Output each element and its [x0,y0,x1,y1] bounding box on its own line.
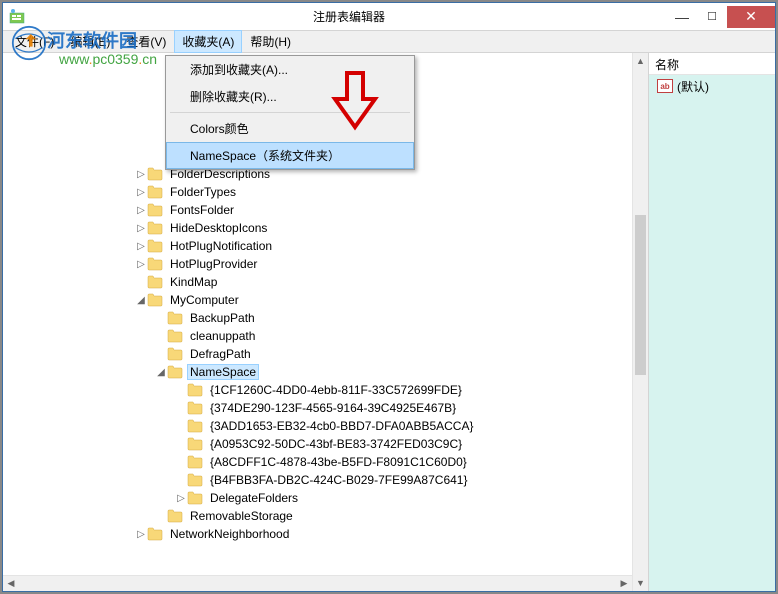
tree-row[interactable]: {B4FBB3FA-DB2C-424C-B029-7FE99A87C641} [3,471,648,489]
tree-label[interactable]: RemovableStorage [187,508,296,524]
scroll-up-icon[interactable]: ▲ [633,53,648,69]
tree-label[interactable]: HotPlugProvider [167,256,260,272]
annotation-arrow-icon [331,69,379,133]
tree-label[interactable]: {A0953C92-50DC-43bf-BE83-3742FED03C9C} [207,436,465,452]
tree-row[interactable]: {1CF1260C-4DD0-4ebb-811F-33C572699FDE} [3,381,648,399]
tree-row[interactable]: BackupPath [3,309,648,327]
tree-row[interactable]: {374DE290-123F-4565-9164-39C4925E467B} [3,399,648,417]
values-pane[interactable]: 名称 ab (默认) [649,53,775,591]
tree-row[interactable]: ▷ HideDesktopIcons [3,219,648,237]
expander-icon[interactable]: ▷ [135,205,147,216]
column-header-name[interactable]: 名称 [649,53,775,75]
expander-icon[interactable]: ▷ [175,493,187,504]
tree-label[interactable]: HideDesktopIcons [167,220,270,236]
scroll-right-icon[interactable]: ▶ [616,576,632,591]
tree-row[interactable]: ◢ MyComputer [3,291,648,309]
tree-label[interactable]: {1CF1260C-4DD0-4ebb-811F-33C572699FDE} [207,382,465,398]
close-button[interactable]: ✕ [727,6,775,28]
tree-label[interactable]: {3ADD1653-EB32-4cb0-BBD7-DFA0ABB5ACCA} [207,418,476,434]
tree-row[interactable]: KindMap [3,273,648,291]
expander-icon[interactable]: ◢ [155,367,167,378]
tree-label[interactable]: cleanuppath [187,328,258,344]
value-name: (默认) [677,78,709,95]
expander-icon[interactable]: ▷ [135,529,147,540]
watermark-url: www.pc0359.cn [59,51,157,67]
tree-label[interactable]: NetworkNeighborhood [167,526,292,542]
scroll-left-icon[interactable]: ◀ [3,576,19,591]
tree-row[interactable]: {A8CDFF1C-4878-43be-B5FD-F8091C1C60D0} [3,453,648,471]
tree-label[interactable]: DefragPath [187,346,254,362]
tree-row[interactable]: ◢ NameSpace [3,363,648,381]
tree-label[interactable]: FolderTypes [167,184,239,200]
tree-label[interactable]: {374DE290-123F-4565-9164-39C4925E467B} [207,400,459,416]
tree-row[interactable]: {3ADD1653-EB32-4cb0-BBD7-DFA0ABB5ACCA} [3,417,648,435]
list-item[interactable]: ab (默认) [653,77,771,95]
tree-label[interactable]: {B4FBB3FA-DB2C-424C-B029-7FE99A87C641} [207,472,470,488]
menu-favorite-namespace[interactable]: NameSpace（系统文件夹） [166,142,414,169]
tree-row[interactable]: RemovableStorage [3,507,648,525]
tree-row[interactable]: {A0953C92-50DC-43bf-BE83-3742FED03C9C} [3,435,648,453]
expander-icon[interactable]: ▷ [135,241,147,252]
expander-icon[interactable]: ▷ [135,187,147,198]
tree-row[interactable]: ▷ HotPlugProvider [3,255,648,273]
tree-label[interactable]: NameSpace [187,364,259,380]
expander-icon[interactable]: ▷ [135,169,147,180]
expander-icon[interactable]: ▷ [135,223,147,234]
tree-label[interactable]: BackupPath [187,310,258,326]
tree-label[interactable]: MyComputer [167,292,242,308]
app-icon [9,9,25,25]
tree-label[interactable]: HotPlugNotification [167,238,275,254]
menu-favorites[interactable]: 收藏夹(A) [174,30,242,53]
tree-row[interactable]: ▷ DelegateFolders [3,489,648,507]
tree-row[interactable]: cleanuppath [3,327,648,345]
scroll-thumb[interactable] [635,215,646,375]
vertical-scrollbar[interactable]: ▲ ▼ [632,53,648,591]
maximize-button[interactable]: ☐ [697,6,727,28]
tree-row[interactable]: ▷ NetworkNeighborhood [3,525,648,543]
tree-row[interactable]: ▷ FontsFolder [3,201,648,219]
tree-label[interactable]: FontsFolder [167,202,237,218]
tree-row[interactable]: ▷ HotPlugNotification [3,237,648,255]
tree-row[interactable]: DefragPath [3,345,648,363]
tree-label[interactable]: {A8CDFF1C-4878-43be-B5FD-F8091C1C60D0} [207,454,470,470]
menu-help[interactable]: 帮助(H) [242,30,299,53]
expander-icon[interactable]: ◢ [135,295,147,306]
string-value-icon: ab [657,79,673,93]
minimize-button[interactable]: — [667,6,697,28]
registry-editor-window: 注册表编辑器 — ☐ ✕ 文件(F) 编辑(E) 查看(V) 收藏夹(A) 帮助… [2,2,776,592]
window-title: 注册表编辑器 [31,8,667,25]
horizontal-scrollbar[interactable]: ◀ ▶ [3,575,632,591]
tree-label[interactable]: KindMap [167,274,220,290]
tree-label[interactable]: DelegateFolders [207,490,301,506]
expander-icon[interactable]: ▷ [135,259,147,270]
tree-row[interactable]: ▷ FolderTypes [3,183,648,201]
scroll-down-icon[interactable]: ▼ [633,575,648,591]
window-controls: — ☐ ✕ [667,6,775,28]
